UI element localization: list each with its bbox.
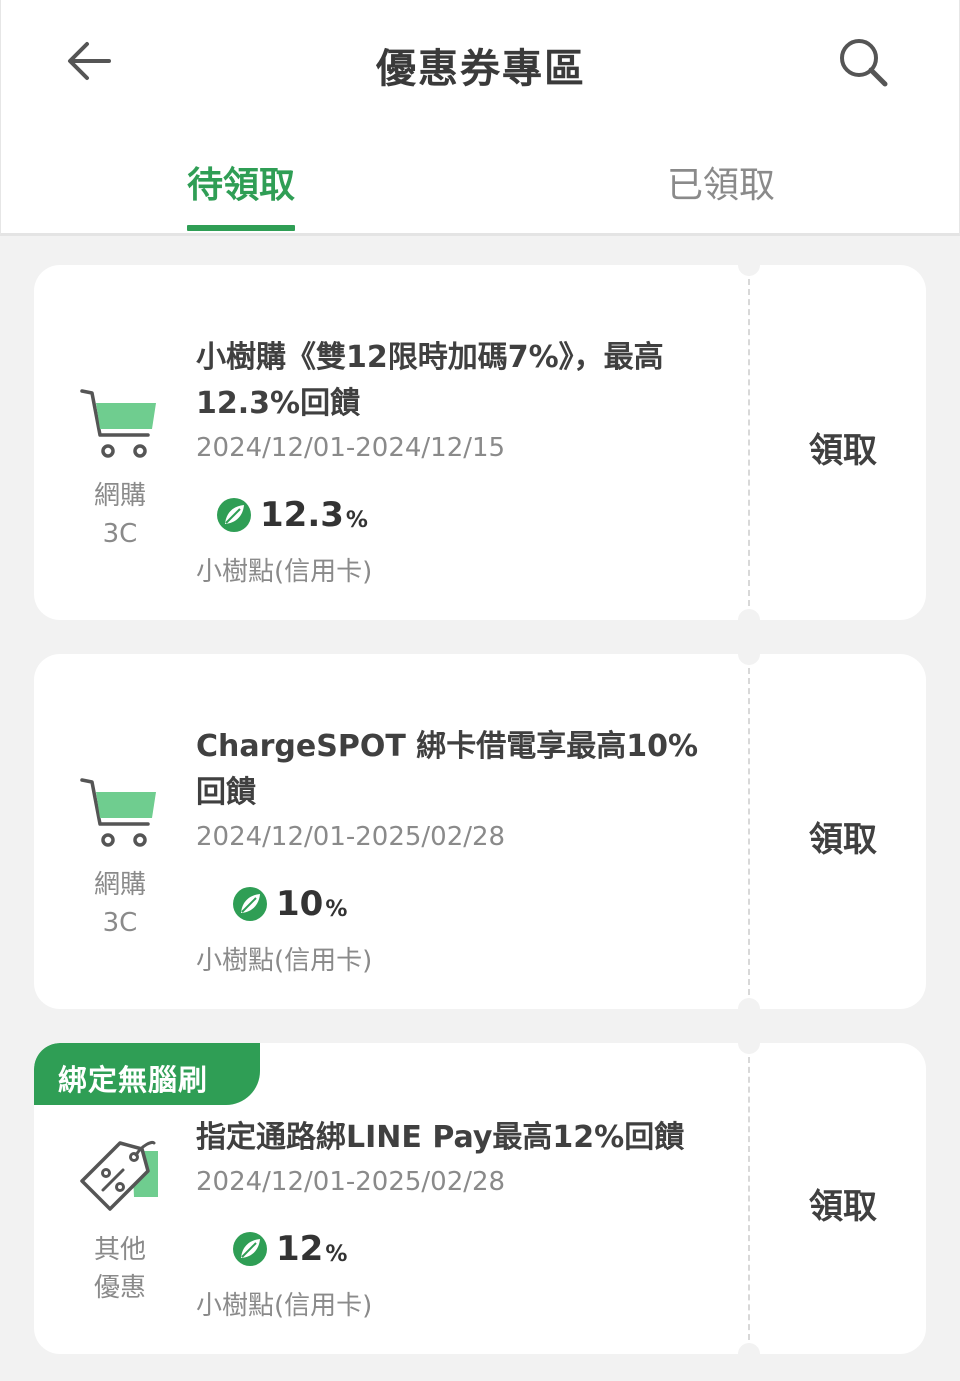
coupon-card: 綁定無腦刷 其他 優惠 指定通路綁LINE Pay最高12%回饋 2024/12…	[34, 1043, 926, 1354]
coupon-card: 網購 3C 小樹購《雙12限時加碼7%》，最高12.3%回饋 2024/12/0…	[34, 265, 926, 620]
coupon-date: 2024/12/01-2024/12/15	[196, 433, 506, 463]
coupon-date: 2024/12/01-2025/02/28	[196, 822, 506, 852]
coupon-title: 指定通路綁LINE Pay最高12%回饋	[196, 1120, 685, 1155]
coupon-date: 2024/12/01-2025/02/28	[196, 1167, 506, 1197]
leaf-point-icon	[217, 498, 251, 532]
leaf-point-icon	[233, 1232, 267, 1266]
discount-tag-icon	[80, 1141, 158, 1211]
claim-button[interactable]: 領取	[760, 812, 926, 861]
coupon-card: 網購 3C ChargeSPOT 綁卡借電享最高10% 回饋 2024/12/0…	[34, 654, 926, 1009]
dashed-divider	[748, 279, 750, 606]
search-button[interactable]	[833, 32, 893, 92]
dashed-divider	[748, 1057, 750, 1340]
claim-button[interactable]: 領取	[760, 1179, 926, 1228]
category-label: 網購 3C	[93, 481, 146, 549]
app-header: 優惠券專區 待領取 已領取	[0, 0, 960, 236]
reward-type: 小樹點(信用卡)	[196, 1291, 373, 1321]
category-label: 網購 3C	[93, 870, 146, 938]
promo-badge: 綁定無腦刷	[34, 1043, 260, 1105]
claim-button[interactable]: 領取	[760, 423, 926, 472]
search-icon	[840, 39, 888, 87]
coupon-title: 小樹購《雙12限時加碼7%》，最高12.3%回饋	[196, 340, 664, 421]
dashed-divider	[748, 668, 750, 995]
coupon-title: ChargeSPOT 綁卡借電享最高10% 回饋	[196, 729, 699, 810]
tab-claimed[interactable]: 已領取	[611, 156, 831, 232]
reward-type: 小樹點(信用卡)	[196, 557, 373, 587]
reward-amount: 10 %	[232, 884, 347, 924]
reward-amount: 12 %	[232, 1229, 347, 1269]
page-title: 優惠券專區	[376, 46, 586, 92]
reward-type: 小樹點(信用卡)	[196, 946, 373, 976]
leaf-point-icon	[233, 887, 267, 921]
active-tab-indicator	[187, 225, 295, 231]
tab-pending[interactable]: 待領取	[131, 156, 351, 232]
shopping-cart-icon	[80, 778, 156, 847]
category-label: 其他 優惠	[93, 1235, 146, 1303]
reward-amount: 12.3 %	[216, 495, 368, 535]
shopping-cart-icon	[80, 389, 156, 458]
